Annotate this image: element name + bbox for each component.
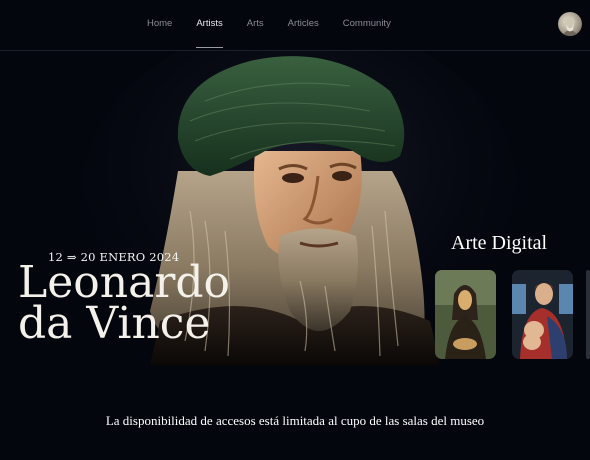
user-avatar[interactable] [558, 12, 582, 36]
gallery-thumb-mona-lisa[interactable] [435, 270, 496, 359]
nav-community[interactable]: Community [343, 18, 391, 50]
nav-artists[interactable]: Artists [196, 18, 224, 50]
artist-title-line-2: da Vince [18, 298, 211, 349]
gallery-thumb-partial[interactable] [586, 270, 590, 359]
access-notice: La disponibilidad de accesos está limita… [105, 413, 485, 428]
brand-label: Arte Digital [451, 232, 548, 254]
nav-home[interactable]: Home [147, 18, 172, 50]
top-navigation-bar: Home Artists Arts Articles Community [0, 0, 590, 51]
nav-articles[interactable]: Articles [288, 18, 319, 50]
madonna-litta-image [512, 270, 573, 359]
hero-banner: 12 ⇒ 20 ENERO 2024 Leonardo da Vince Art… [0, 51, 590, 365]
nav-arts[interactable]: Arts [247, 18, 264, 50]
main-nav: Home Artists Arts Articles Community [147, 18, 415, 50]
artist-title: Leonardo da Vince [18, 257, 231, 349]
mona-lisa-image [435, 270, 496, 359]
avatar-portrait-icon [562, 17, 578, 36]
artist-title-line-1: Leonardo [18, 257, 231, 308]
gallery-thumb-madonna[interactable] [512, 270, 573, 359]
